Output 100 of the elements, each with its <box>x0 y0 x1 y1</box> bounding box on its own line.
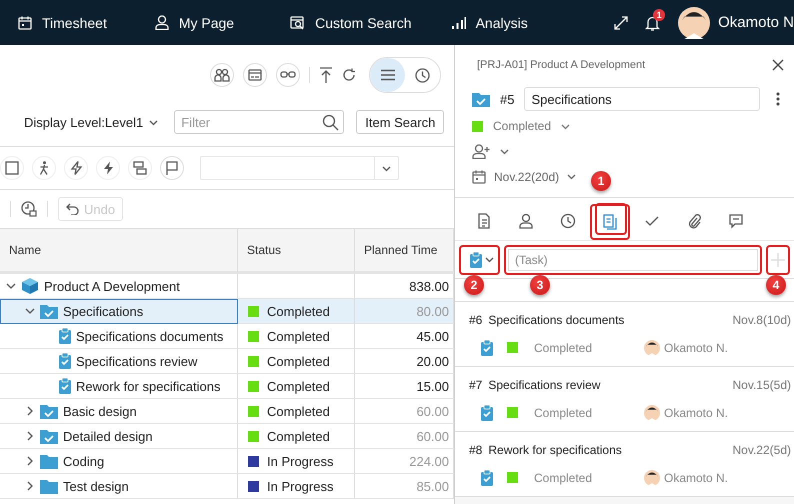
close-icon <box>772 59 784 71</box>
team-icon-button[interactable] <box>210 63 234 87</box>
tree-row[interactable]: Basic design <box>0 399 238 424</box>
item-number: #5 <box>500 92 514 106</box>
folder-check-icon <box>40 404 58 418</box>
task-field[interactable]: (Task) <box>508 248 758 270</box>
tree-row[interactable]: Rework for specifications <box>0 374 238 399</box>
tree-row[interactable]: Test design <box>0 474 238 499</box>
walking-person-icon <box>37 161 51 175</box>
list-view-tab[interactable] <box>370 58 405 92</box>
assignee-name: Okamoto N. <box>664 406 728 420</box>
chevron-down-icon <box>485 255 494 264</box>
stacked-bars-button[interactable] <box>128 156 152 180</box>
avatar-icon <box>644 404 660 420</box>
user-name[interactable]: Okamoto N <box>718 14 794 31</box>
clock-icon <box>560 212 576 228</box>
column-header[interactable]: Status <box>238 229 355 274</box>
planned-time: 224.00 <box>409 454 449 468</box>
planned-time: 60.00 <box>416 428 449 444</box>
planned-time: 838.00 <box>409 278 449 294</box>
avatar-icon <box>644 340 660 356</box>
lightning-button[interactable] <box>96 156 120 180</box>
person-icon <box>154 15 169 30</box>
nav-item[interactable]: Custom Search <box>290 14 412 30</box>
task-name: Detailed design <box>63 428 153 444</box>
paperclip-icon <box>686 212 702 228</box>
task-name: Test design <box>63 478 129 494</box>
lightning-outline-button[interactable] <box>64 156 88 180</box>
subtask-number: #7 <box>469 378 482 392</box>
walking-person-button[interactable] <box>32 156 56 180</box>
refresh-button[interactable] <box>342 68 356 82</box>
glasses-button[interactable] <box>276 63 300 87</box>
notification-badge: 1 <box>653 8 666 20</box>
status-label: Completed <box>267 404 330 418</box>
tree-row[interactable]: Detailed design <box>0 424 238 449</box>
more-icon <box>776 92 780 106</box>
documents-icon <box>602 214 618 230</box>
task-name: Product A Development <box>44 278 180 294</box>
expand-icon[interactable] <box>613 14 630 30</box>
subtask-card[interactable]: #7 Specifications review Nov.15(5d) Completed Okamoto N. <box>455 367 794 432</box>
bar-chart-icon <box>452 16 466 30</box>
search-window-icon <box>290 16 306 30</box>
tree-row[interactable]: Coding <box>0 449 238 474</box>
filter-field[interactable]: Filter <box>174 110 344 134</box>
flag-button[interactable] <box>160 156 184 180</box>
card-icon <box>248 69 262 81</box>
undo-icon <box>66 203 80 215</box>
subtask-title: Specifications documents <box>488 312 626 326</box>
detail-tab[interactable] <box>590 204 630 240</box>
planned-time: 20.00 <box>416 354 449 368</box>
status-label: In Progress <box>267 454 334 468</box>
status-label: Completed <box>534 406 594 420</box>
subtask-title: Rework for specifications <box>488 442 623 456</box>
folder-icon <box>40 478 58 494</box>
tree-row[interactable]: Specifications documents <box>0 324 238 349</box>
subtask-card[interactable]: #6 Specifications documents Nov.8(10d) Completed Okamoto N. <box>455 302 794 367</box>
task-name: Specifications <box>63 304 144 318</box>
assignee-dropdown[interactable] <box>472 144 509 159</box>
collapse-up-button[interactable] <box>319 67 333 83</box>
folder-icon <box>40 454 58 468</box>
card-view-button[interactable] <box>243 63 267 87</box>
item-search-button[interactable]: Item Search <box>356 110 444 134</box>
add-person-icon <box>472 144 490 159</box>
breadcrumb[interactable]: [PRJ-A01] Product A Development <box>477 59 646 71</box>
chevron-down-icon <box>382 164 391 172</box>
tree-row[interactable]: Specifications review <box>0 349 238 374</box>
subtask-number: #8 <box>469 442 482 456</box>
subtask-date: Nov.8(10d) <box>732 312 791 326</box>
close-button[interactable] <box>772 59 784 71</box>
avatar-icon <box>678 6 710 38</box>
nav-item[interactable]: Analysis <box>452 14 528 30</box>
display-level-dropdown[interactable]: Display Level:Level1 <box>24 114 158 130</box>
refresh-icon <box>342 68 356 82</box>
chevron-down-icon <box>149 118 158 126</box>
planned-time: 60.00 <box>416 404 449 418</box>
column-header[interactable]: Planned Time <box>355 229 454 274</box>
subtask-card[interactable]: #8 Rework for specifications Nov.22(5d) Completed Okamoto N. <box>455 432 794 497</box>
assignee-name: Okamoto N. <box>664 340 728 354</box>
assignee-name: Okamoto N. <box>664 470 728 484</box>
title-field[interactable]: Specifications <box>524 87 760 111</box>
avatar-icon <box>644 470 660 486</box>
planned-time: 80.00 <box>416 304 449 318</box>
clipboard-check-icon <box>59 353 71 369</box>
type-select[interactable] <box>459 244 500 274</box>
chevron-down-icon <box>567 172 576 181</box>
chevron-down-icon <box>561 122 570 130</box>
folder-check-icon <box>40 304 58 318</box>
status-label: Completed <box>267 328 330 344</box>
tree-row[interactable]: Specifications <box>0 299 238 324</box>
nav-item[interactable]: Timesheet <box>18 14 107 30</box>
status-label: Completed <box>267 428 330 444</box>
due-date-dropdown[interactable]: Nov.22(20d) <box>472 170 576 184</box>
glasses-icon <box>280 70 296 80</box>
nav-item[interactable]: My Page <box>154 14 234 30</box>
status-dropdown[interactable]: Completed <box>472 113 794 139</box>
menu-icon <box>380 69 394 81</box>
column-header[interactable]: Name <box>0 229 238 274</box>
task-name: Basic design <box>63 404 137 418</box>
status-label: Completed <box>534 340 594 354</box>
task-name: Coding <box>63 454 104 468</box>
